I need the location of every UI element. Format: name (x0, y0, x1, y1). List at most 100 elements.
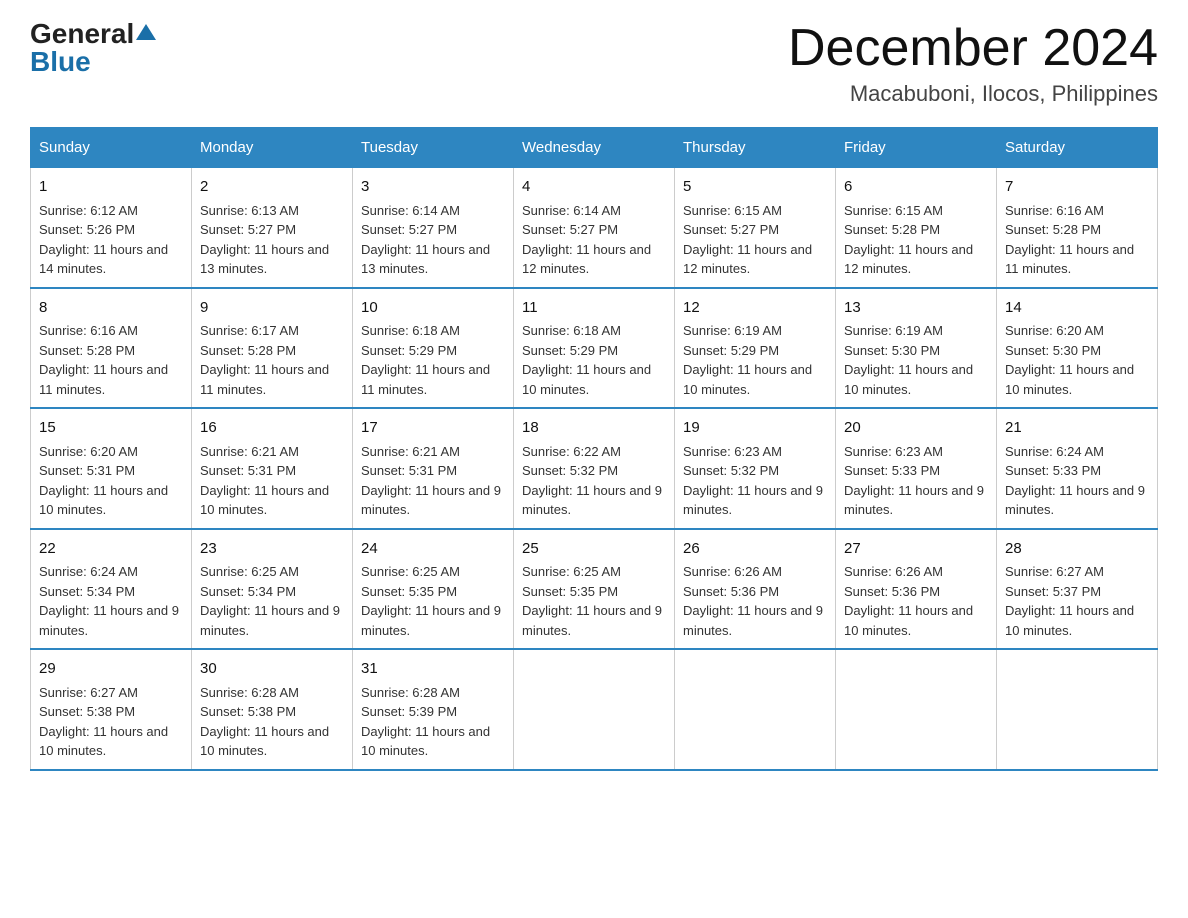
day-number: 18 (522, 417, 666, 440)
week-row-4: 22Sunrise: 6:24 AMSunset: 5:34 PMDayligh… (31, 529, 1158, 650)
calendar-cell: 13Sunrise: 6:19 AMSunset: 5:30 PMDayligh… (836, 288, 997, 409)
day-info: Sunrise: 6:18 AMSunset: 5:29 PMDaylight:… (361, 321, 505, 399)
day-number: 6 (844, 176, 988, 199)
day-number: 25 (522, 538, 666, 561)
calendar-cell: 12Sunrise: 6:19 AMSunset: 5:29 PMDayligh… (675, 288, 836, 409)
calendar-cell: 1Sunrise: 6:12 AMSunset: 5:26 PMDaylight… (31, 167, 192, 288)
day-info: Sunrise: 6:19 AMSunset: 5:30 PMDaylight:… (844, 321, 988, 399)
column-header-tuesday: Tuesday (353, 128, 514, 167)
calendar-cell: 20Sunrise: 6:23 AMSunset: 5:33 PMDayligh… (836, 408, 997, 529)
day-number: 4 (522, 176, 666, 199)
day-number: 9 (200, 297, 344, 320)
calendar-cell: 22Sunrise: 6:24 AMSunset: 5:34 PMDayligh… (31, 529, 192, 650)
day-info: Sunrise: 6:21 AMSunset: 5:31 PMDaylight:… (200, 442, 344, 520)
day-info: Sunrise: 6:25 AMSunset: 5:35 PMDaylight:… (522, 562, 666, 640)
day-number: 7 (1005, 176, 1149, 199)
calendar-cell: 26Sunrise: 6:26 AMSunset: 5:36 PMDayligh… (675, 529, 836, 650)
calendar-cell: 10Sunrise: 6:18 AMSunset: 5:29 PMDayligh… (353, 288, 514, 409)
week-row-5: 29Sunrise: 6:27 AMSunset: 5:38 PMDayligh… (31, 649, 1158, 770)
calendar-cell: 15Sunrise: 6:20 AMSunset: 5:31 PMDayligh… (31, 408, 192, 529)
calendar-cell: 28Sunrise: 6:27 AMSunset: 5:37 PMDayligh… (997, 529, 1158, 650)
day-info: Sunrise: 6:24 AMSunset: 5:33 PMDaylight:… (1005, 442, 1149, 520)
calendar-cell: 19Sunrise: 6:23 AMSunset: 5:32 PMDayligh… (675, 408, 836, 529)
column-header-wednesday: Wednesday (514, 128, 675, 167)
day-number: 28 (1005, 538, 1149, 561)
day-number: 22 (39, 538, 183, 561)
calendar-cell: 18Sunrise: 6:22 AMSunset: 5:32 PMDayligh… (514, 408, 675, 529)
calendar-cell: 4Sunrise: 6:14 AMSunset: 5:27 PMDaylight… (514, 167, 675, 288)
day-number: 13 (844, 297, 988, 320)
day-number: 26 (683, 538, 827, 561)
page-header: General Blue December 2024 Macabuboni, I… (30, 20, 1158, 107)
day-number: 15 (39, 417, 183, 440)
day-info: Sunrise: 6:23 AMSunset: 5:33 PMDaylight:… (844, 442, 988, 520)
day-info: Sunrise: 6:27 AMSunset: 5:38 PMDaylight:… (39, 683, 183, 761)
day-info: Sunrise: 6:22 AMSunset: 5:32 PMDaylight:… (522, 442, 666, 520)
calendar-cell: 2Sunrise: 6:13 AMSunset: 5:27 PMDaylight… (192, 167, 353, 288)
day-number: 1 (39, 176, 183, 199)
day-info: Sunrise: 6:20 AMSunset: 5:30 PMDaylight:… (1005, 321, 1149, 399)
calendar-cell: 5Sunrise: 6:15 AMSunset: 5:27 PMDaylight… (675, 167, 836, 288)
day-number: 29 (39, 658, 183, 681)
day-info: Sunrise: 6:15 AMSunset: 5:27 PMDaylight:… (683, 201, 827, 279)
calendar-cell: 3Sunrise: 6:14 AMSunset: 5:27 PMDaylight… (353, 167, 514, 288)
column-header-monday: Monday (192, 128, 353, 167)
day-number: 11 (522, 297, 666, 320)
calendar-cell (514, 649, 675, 770)
calendar-cell: 29Sunrise: 6:27 AMSunset: 5:38 PMDayligh… (31, 649, 192, 770)
day-info: Sunrise: 6:16 AMSunset: 5:28 PMDaylight:… (39, 321, 183, 399)
day-number: 8 (39, 297, 183, 320)
calendar-cell: 25Sunrise: 6:25 AMSunset: 5:35 PMDayligh… (514, 529, 675, 650)
day-number: 17 (361, 417, 505, 440)
day-number: 14 (1005, 297, 1149, 320)
day-info: Sunrise: 6:21 AMSunset: 5:31 PMDaylight:… (361, 442, 505, 520)
day-number: 27 (844, 538, 988, 561)
day-number: 10 (361, 297, 505, 320)
header-row: SundayMondayTuesdayWednesdayThursdayFrid… (31, 128, 1158, 167)
day-info: Sunrise: 6:26 AMSunset: 5:36 PMDaylight:… (683, 562, 827, 640)
day-info: Sunrise: 6:20 AMSunset: 5:31 PMDaylight:… (39, 442, 183, 520)
day-info: Sunrise: 6:14 AMSunset: 5:27 PMDaylight:… (522, 201, 666, 279)
day-number: 12 (683, 297, 827, 320)
day-info: Sunrise: 6:13 AMSunset: 5:27 PMDaylight:… (200, 201, 344, 279)
calendar-cell: 7Sunrise: 6:16 AMSunset: 5:28 PMDaylight… (997, 167, 1158, 288)
day-info: Sunrise: 6:27 AMSunset: 5:37 PMDaylight:… (1005, 562, 1149, 640)
day-info: Sunrise: 6:12 AMSunset: 5:26 PMDaylight:… (39, 201, 183, 279)
calendar-cell: 11Sunrise: 6:18 AMSunset: 5:29 PMDayligh… (514, 288, 675, 409)
day-info: Sunrise: 6:25 AMSunset: 5:34 PMDaylight:… (200, 562, 344, 640)
page-subtitle: Macabuboni, Ilocos, Philippines (788, 81, 1158, 107)
day-number: 2 (200, 176, 344, 199)
page-title: December 2024 (788, 20, 1158, 77)
week-row-2: 8Sunrise: 6:16 AMSunset: 5:28 PMDaylight… (31, 288, 1158, 409)
day-info: Sunrise: 6:15 AMSunset: 5:28 PMDaylight:… (844, 201, 988, 279)
day-number: 30 (200, 658, 344, 681)
day-info: Sunrise: 6:24 AMSunset: 5:34 PMDaylight:… (39, 562, 183, 640)
logo: General Blue (30, 20, 156, 76)
calendar-cell: 23Sunrise: 6:25 AMSunset: 5:34 PMDayligh… (192, 529, 353, 650)
calendar-cell (836, 649, 997, 770)
calendar-cell: 6Sunrise: 6:15 AMSunset: 5:28 PMDaylight… (836, 167, 997, 288)
column-header-friday: Friday (836, 128, 997, 167)
calendar-cell: 31Sunrise: 6:28 AMSunset: 5:39 PMDayligh… (353, 649, 514, 770)
day-number: 24 (361, 538, 505, 561)
day-number: 16 (200, 417, 344, 440)
calendar-cell: 14Sunrise: 6:20 AMSunset: 5:30 PMDayligh… (997, 288, 1158, 409)
column-header-saturday: Saturday (997, 128, 1158, 167)
calendar-cell: 17Sunrise: 6:21 AMSunset: 5:31 PMDayligh… (353, 408, 514, 529)
day-info: Sunrise: 6:28 AMSunset: 5:38 PMDaylight:… (200, 683, 344, 761)
day-info: Sunrise: 6:23 AMSunset: 5:32 PMDaylight:… (683, 442, 827, 520)
day-info: Sunrise: 6:16 AMSunset: 5:28 PMDaylight:… (1005, 201, 1149, 279)
day-info: Sunrise: 6:14 AMSunset: 5:27 PMDaylight:… (361, 201, 505, 279)
calendar-cell: 21Sunrise: 6:24 AMSunset: 5:33 PMDayligh… (997, 408, 1158, 529)
calendar-cell: 27Sunrise: 6:26 AMSunset: 5:36 PMDayligh… (836, 529, 997, 650)
calendar-cell (997, 649, 1158, 770)
week-row-1: 1Sunrise: 6:12 AMSunset: 5:26 PMDaylight… (31, 167, 1158, 288)
day-number: 5 (683, 176, 827, 199)
title-section: December 2024 Macabuboni, Ilocos, Philip… (788, 20, 1158, 107)
day-info: Sunrise: 6:18 AMSunset: 5:29 PMDaylight:… (522, 321, 666, 399)
column-header-sunday: Sunday (31, 128, 192, 167)
calendar-cell: 30Sunrise: 6:28 AMSunset: 5:38 PMDayligh… (192, 649, 353, 770)
logo-blue: Blue (30, 48, 91, 76)
day-info: Sunrise: 6:25 AMSunset: 5:35 PMDaylight:… (361, 562, 505, 640)
calendar-cell: 9Sunrise: 6:17 AMSunset: 5:28 PMDaylight… (192, 288, 353, 409)
